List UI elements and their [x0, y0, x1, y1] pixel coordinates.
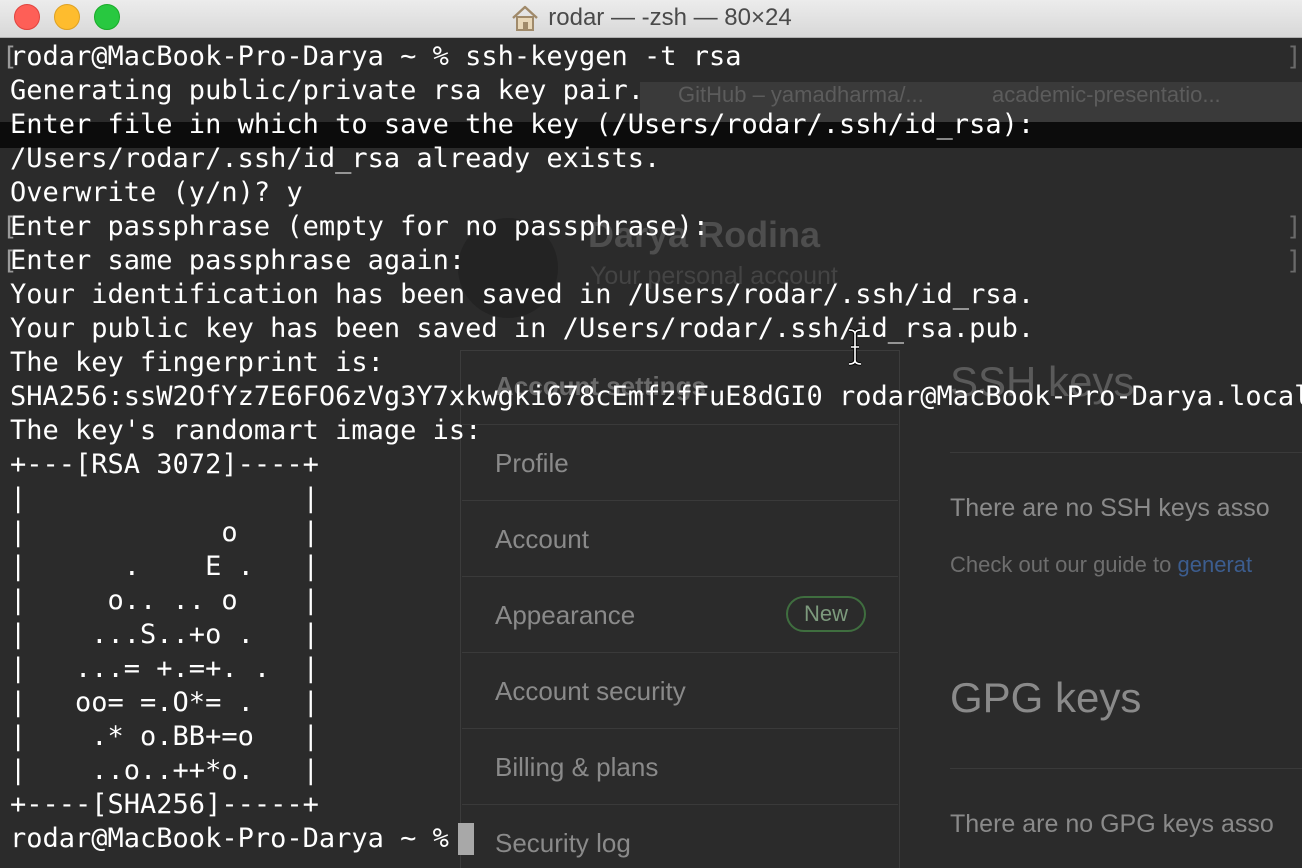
terminal-line: Your identification has been saved in /U… [10, 279, 1035, 310]
randomart-line: | .* o.BB+=o | [10, 721, 319, 752]
terminal-line: rodar@MacBook-Pro-Darya ~ % ssh-keygen -… [10, 41, 742, 72]
terminal-line: Enter passphrase (empty for no passphras… [10, 211, 709, 242]
mark-bracket: ] [1286, 212, 1302, 242]
randomart-line: | ...S..+o . | [10, 619, 319, 650]
terminal-line: Your public key has been saved in /Users… [10, 313, 1035, 344]
mark-bracket: ] [1286, 42, 1302, 72]
terminal-line: The key fingerprint is: [10, 347, 384, 378]
terminal-line: Enter file in which to save the key (/Us… [10, 109, 1035, 140]
terminal-line: Generating public/private rsa key pair. [10, 75, 644, 106]
mark-bracket: [ [2, 246, 18, 276]
randomart-line: | oo= =.O*= . | [10, 687, 319, 718]
home-icon [512, 5, 539, 31]
terminal-line: /Users/rodar/.ssh/id_rsa already exists. [10, 143, 661, 174]
text-cursor-icon [848, 328, 862, 366]
window-title: rodar — -zsh — 80×24 [548, 4, 792, 31]
terminal-line: The key's randomart image is: [10, 415, 482, 446]
mark-bracket: [ [2, 212, 18, 242]
randomart-line: | ...= +.=+. . | [10, 653, 319, 684]
randomart-line: +----[SHA256]-----+ [10, 789, 319, 820]
fingerprint-line: SHA256:ssW2OfYz7E6FO6zVg3Y7xkwgki678cEmf… [10, 381, 1302, 412]
terminal-cursor [458, 823, 474, 855]
randomart-line: | . E . | [10, 551, 319, 582]
randomart-line: | | [10, 483, 319, 514]
terminal-output[interactable]: rodar@MacBook-Pro-Darya ~ % ssh-keygen -… [0, 38, 1302, 868]
randomart-line: +---[RSA 3072]----+ [10, 449, 319, 480]
randomart-line: | o.. .. o | [10, 585, 319, 616]
mark-bracket: [ [2, 42, 18, 72]
randomart-line: | o | [10, 517, 319, 548]
randomart-line: | ..o..++*o. | [10, 755, 319, 786]
mark-bracket: ] [1286, 246, 1302, 276]
terminal-line: Overwrite (y/n)? y [10, 177, 303, 208]
terminal-line: Enter same passphrase again: [10, 245, 466, 276]
prompt-line: rodar@MacBook-Pro-Darya ~ % [10, 823, 466, 854]
title-bar: rodar — -zsh — 80×24 [0, 0, 1302, 38]
